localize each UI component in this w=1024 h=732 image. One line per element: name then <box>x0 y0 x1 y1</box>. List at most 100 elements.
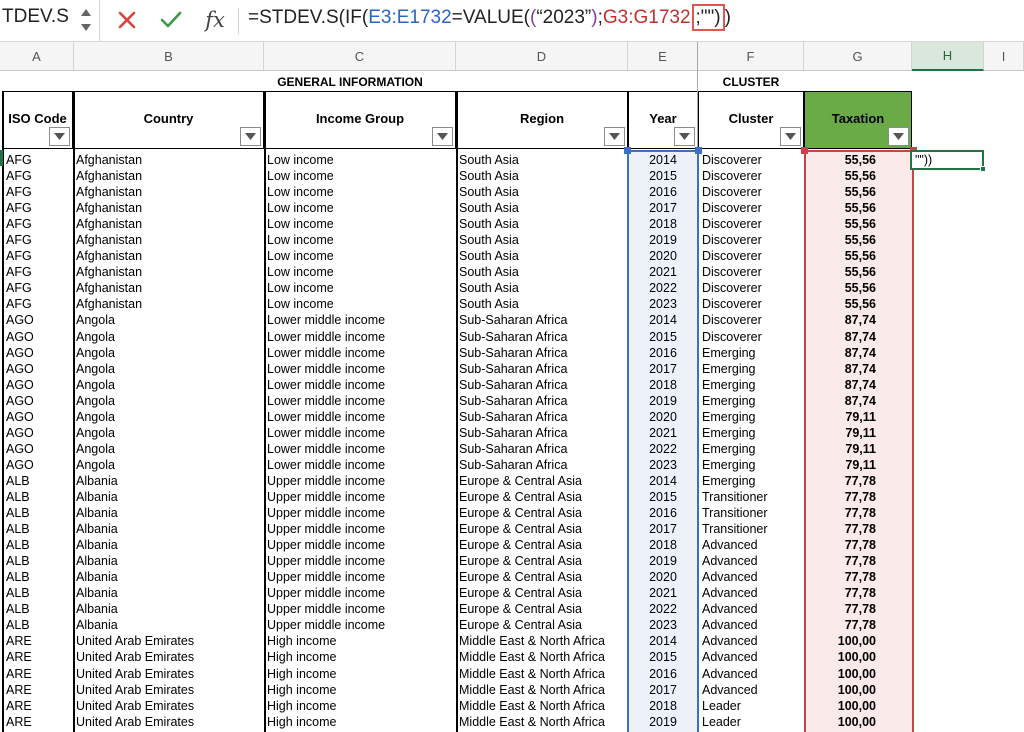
year-cell[interactable]: 2022 <box>630 601 696 617</box>
filter-dropdown-icon[interactable] <box>240 127 261 146</box>
country-cell[interactable]: Angola <box>76 361 262 377</box>
country-cell[interactable]: Afghanistan <box>76 216 262 232</box>
iso-code-cell[interactable]: AFG <box>6 264 72 280</box>
taxation-cell[interactable]: 55,56 <box>806 184 876 200</box>
country-cell[interactable]: Albania <box>76 521 262 537</box>
cluster-cell[interactable]: Discoverer <box>702 152 802 168</box>
filter-dropdown-icon[interactable] <box>888 127 909 146</box>
iso-code-cell[interactable]: AGO <box>6 441 72 457</box>
taxation-cell[interactable]: 77,78 <box>806 537 876 553</box>
iso-code-cell[interactable]: ALB <box>6 569 72 585</box>
country-cell[interactable]: Afghanistan <box>76 200 262 216</box>
name-box[interactable]: TDEV.S <box>0 0 100 41</box>
income-group-cell[interactable]: Low income <box>267 184 453 200</box>
taxation-cell[interactable]: 77,78 <box>806 585 876 601</box>
year-cell[interactable]: 2017 <box>630 521 696 537</box>
income-group-cell[interactable]: Low income <box>267 232 453 248</box>
column-header-i[interactable]: I <box>984 42 1024 71</box>
filter-dropdown-icon[interactable] <box>604 127 625 146</box>
income-group-cell[interactable]: Upper middle income <box>267 553 453 569</box>
income-group-cell[interactable]: Upper middle income <box>267 489 453 505</box>
country-cell[interactable]: Afghanistan <box>76 152 262 168</box>
year-cell[interactable]: 2019 <box>630 232 696 248</box>
region-cell[interactable]: Middle East & North Africa <box>459 633 627 649</box>
active-cell-h3[interactable]: "")) <box>910 150 986 172</box>
region-cell[interactable]: South Asia <box>459 184 627 200</box>
country-cell[interactable]: Albania <box>76 537 262 553</box>
iso-code-cell[interactable]: AGO <box>6 457 72 473</box>
checkmark-icon[interactable] <box>158 6 184 34</box>
taxation-cell[interactable]: 87,74 <box>806 312 876 328</box>
year-cell[interactable]: 2023 <box>630 296 696 312</box>
year-cell[interactable]: 2017 <box>630 361 696 377</box>
taxation-cell[interactable]: 55,56 <box>806 264 876 280</box>
column-header-d[interactable]: D <box>456 42 628 71</box>
cluster-cell[interactable]: Advanced <box>702 601 802 617</box>
income-group-cell[interactable]: Low income <box>267 200 453 216</box>
taxation-cell[interactable]: 77,78 <box>806 617 876 633</box>
country-cell[interactable]: Albania <box>76 617 262 633</box>
income-group-cell[interactable]: High income <box>267 633 453 649</box>
cluster-cell[interactable]: Emerging <box>702 409 802 425</box>
year-cell[interactable]: 2020 <box>630 248 696 264</box>
taxation-cell[interactable]: 55,56 <box>806 216 876 232</box>
income-group-cell[interactable]: Lower middle income <box>267 345 453 361</box>
iso-code-cell[interactable]: AGO <box>6 377 72 393</box>
cluster-cell[interactable]: Transitioner <box>702 521 802 537</box>
income-group-cell[interactable]: Low income <box>267 152 453 168</box>
country-cell[interactable]: Afghanistan <box>76 232 262 248</box>
taxation-cell[interactable]: 55,56 <box>806 200 876 216</box>
income-group-cell[interactable]: High income <box>267 649 453 665</box>
year-cell[interactable]: 2023 <box>630 457 696 473</box>
income-group-cell[interactable]: Low income <box>267 216 453 232</box>
region-cell[interactable]: Sub-Saharan Africa <box>459 393 627 409</box>
country-cell[interactable]: Afghanistan <box>76 280 262 296</box>
cluster-cell[interactable]: Discoverer <box>702 264 802 280</box>
country-cell[interactable]: United Arab Emirates <box>76 666 262 682</box>
cluster-cell[interactable]: Advanced <box>702 537 802 553</box>
filter-dropdown-icon[interactable] <box>674 127 695 146</box>
country-cell[interactable]: Angola <box>76 425 262 441</box>
year-cell[interactable]: 2017 <box>630 682 696 698</box>
year-cell[interactable]: 2015 <box>630 168 696 184</box>
iso-code-cell[interactable]: AFG <box>6 184 72 200</box>
year-cell[interactable]: 2021 <box>630 264 696 280</box>
country-cell[interactable]: Albania <box>76 505 262 521</box>
country-cell[interactable]: Afghanistan <box>76 296 262 312</box>
taxation-cell[interactable]: 87,74 <box>806 377 876 393</box>
region-cell[interactable]: Europe & Central Asia <box>459 617 627 633</box>
year-cell[interactable]: 2021 <box>630 425 696 441</box>
cancel-icon[interactable] <box>114 6 140 34</box>
income-group-cell[interactable]: Upper middle income <box>267 569 453 585</box>
taxation-cell[interactable]: 87,74 <box>806 361 876 377</box>
region-cell[interactable]: South Asia <box>459 248 627 264</box>
taxation-cell[interactable]: 77,78 <box>806 521 876 537</box>
column-header-f[interactable]: F <box>698 42 804 71</box>
column-header-e[interactable]: E <box>628 42 698 71</box>
iso-code-cell[interactable]: AFG <box>6 248 72 264</box>
taxation-cell[interactable]: 100,00 <box>806 714 876 730</box>
column-header-g[interactable]: G <box>804 42 912 71</box>
year-cell[interactable]: 2023 <box>630 617 696 633</box>
iso-code-cell[interactable]: ARE <box>6 698 72 714</box>
region-cell[interactable]: Europe & Central Asia <box>459 521 627 537</box>
country-cell[interactable]: United Arab Emirates <box>76 698 262 714</box>
taxation-cell[interactable]: 100,00 <box>806 698 876 714</box>
region-cell[interactable]: Europe & Central Asia <box>459 585 627 601</box>
filter-dropdown-icon[interactable] <box>780 127 801 146</box>
income-group-cell[interactable]: Low income <box>267 168 453 184</box>
cluster-cell[interactable]: Emerging <box>702 441 802 457</box>
iso-code-cell[interactable]: AFG <box>6 280 72 296</box>
year-cell[interactable]: 2015 <box>630 649 696 665</box>
year-cell[interactable]: 2018 <box>630 377 696 393</box>
cluster-cell[interactable]: Discoverer <box>702 200 802 216</box>
region-cell[interactable]: South Asia <box>459 296 627 312</box>
cluster-cell[interactable]: Discoverer <box>702 216 802 232</box>
income-group-cell[interactable]: Upper middle income <box>267 585 453 601</box>
iso-code-cell[interactable]: AGO <box>6 312 72 328</box>
year-cell[interactable]: 2016 <box>630 345 696 361</box>
column-header-c[interactable]: C <box>264 42 456 71</box>
country-cell[interactable]: Albania <box>76 473 262 489</box>
year-cell[interactable]: 2019 <box>630 714 696 730</box>
iso-code-cell[interactable]: ALB <box>6 585 72 601</box>
